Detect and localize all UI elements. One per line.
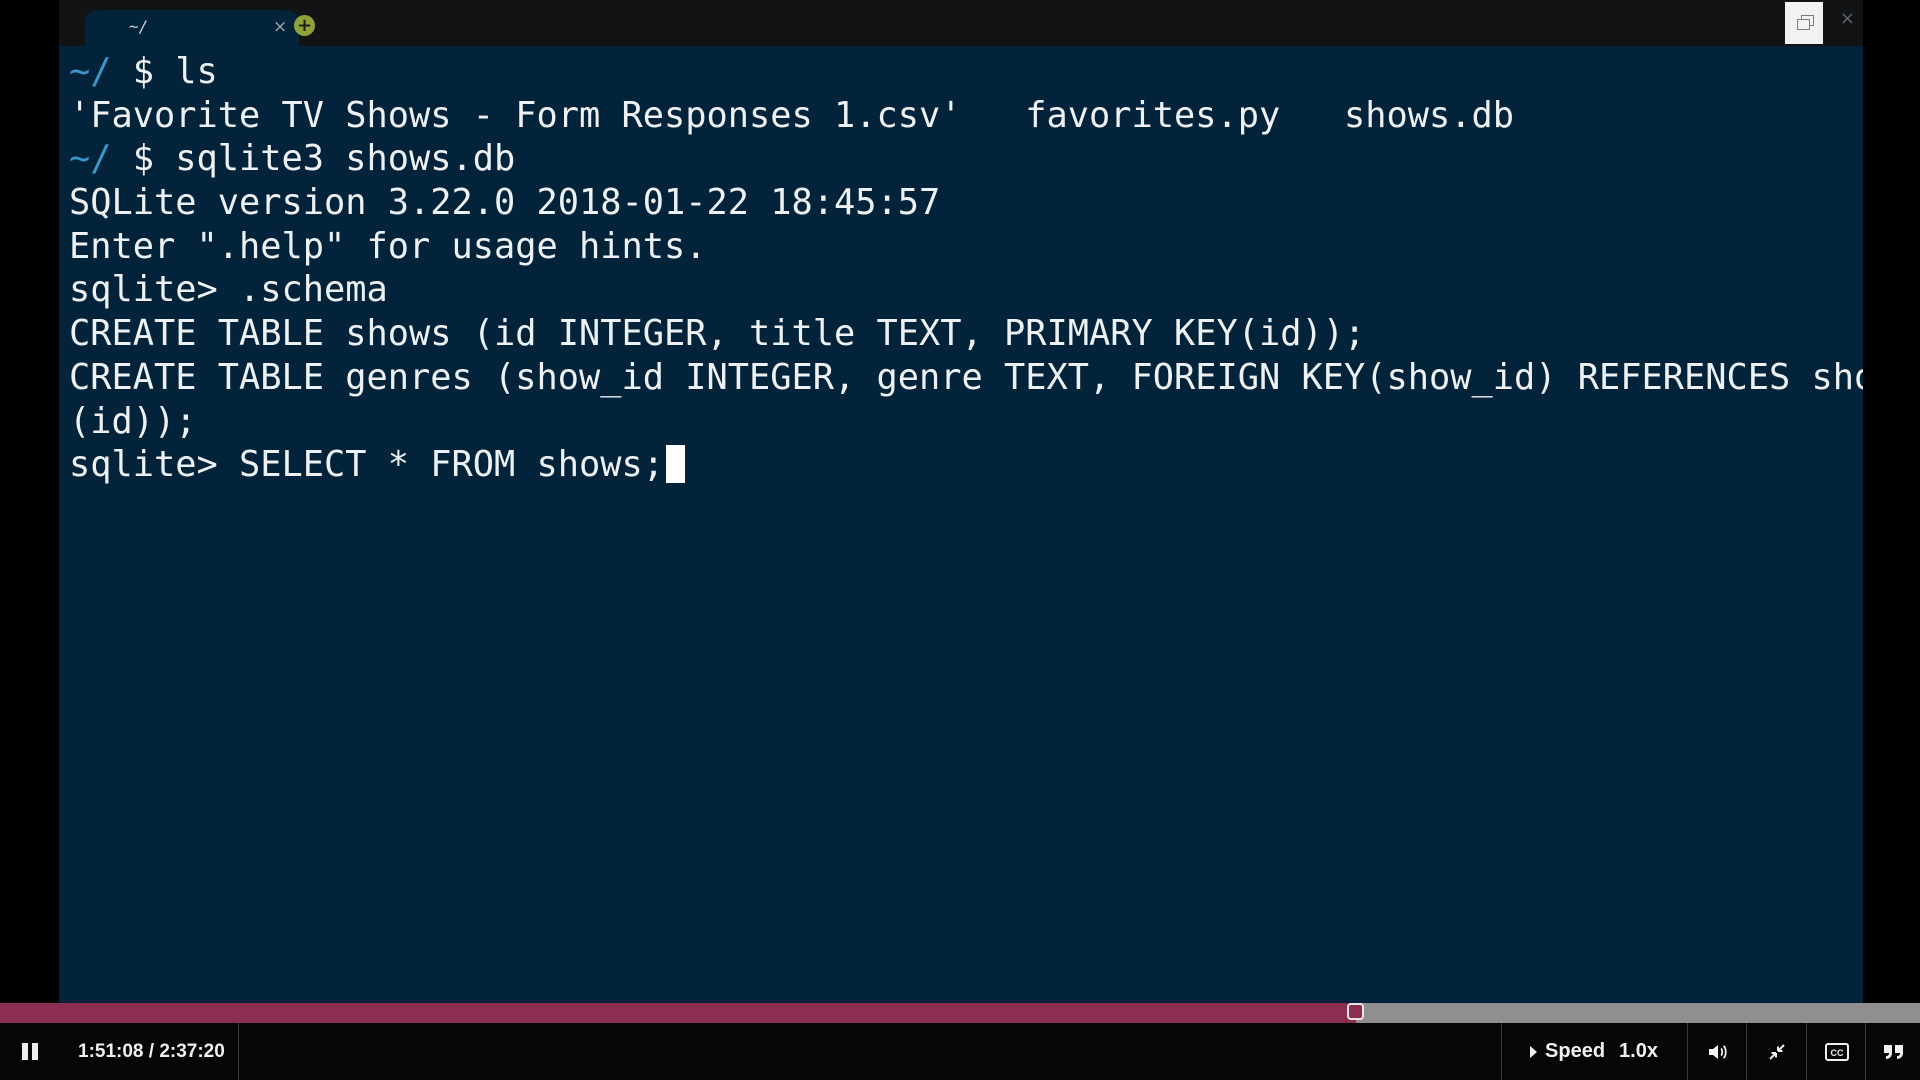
terminal-text: $ sqlite3 shows.db — [111, 138, 516, 180]
speed-value: 1.0x — [1619, 1040, 1658, 1062]
terminal-text: $ ls — [111, 51, 218, 92]
close-window-icon[interactable]: × — [1840, 8, 1855, 29]
terminal-line: sqlite> .schema — [69, 268, 1853, 312]
closed-captions-icon[interactable]: CC — [1808, 1023, 1865, 1080]
terminal-line: CREATE TABLE shows (id INTEGER, title TE… — [69, 312, 1853, 356]
terminal-window: ~/ × + × ~/ $ ls 'Favorite TV Shows - For… — [59, 0, 1863, 1004]
restore-window-icon[interactable] — [1785, 2, 1823, 44]
terminal-text: Enter ".help" for usage hints. — [69, 225, 707, 267]
terminal-line: SQLite version 3.22.0 2018-01-22 18:45:5… — [69, 181, 1853, 225]
terminal-output[interactable]: ~/ $ ls 'Favorite TV Shows - Form Respons… — [69, 50, 1863, 1004]
svg-text:CC: CC — [1830, 1048, 1843, 1058]
seek-bar[interactable] — [0, 1003, 1920, 1023]
time-display: 1:51:08 / 2:37:20 — [78, 1041, 225, 1062]
terminal-text: sqlite> .schema — [69, 269, 388, 311]
terminal-line: (id)); — [69, 400, 1853, 444]
terminal-line: 'Favorite TV Shows - Form Responses 1.cs… — [69, 94, 1853, 138]
terminal-text: CREATE TABLE genres (show_id INTEGER, ge… — [69, 356, 1863, 398]
terminal-line: Enter ".help" for usage hints. — [69, 225, 1853, 269]
terminal-line: ~/ $ ls — [69, 50, 1853, 94]
divider — [1865, 1023, 1866, 1080]
terminal-line: ~/ $ sqlite3 shows.db — [69, 137, 1853, 181]
prompt-path: ~/ — [69, 138, 112, 180]
play-triangle-icon — [1530, 1045, 1538, 1058]
terminal-tab-bar: ~/ × + × — [59, 0, 1863, 46]
transcript-quote-icon[interactable] — [1867, 1023, 1920, 1080]
seek-handle[interactable] — [1347, 1003, 1365, 1020]
tab-title: ~/ — [129, 17, 149, 36]
terminal-text: CREATE TABLE shows (id INTEGER, title TE… — [69, 313, 1366, 355]
prompt-path: ~/ — [69, 51, 112, 92]
terminal-text: 'Favorite TV Shows - Form Responses 1.cs… — [69, 94, 1515, 136]
divider — [238, 1023, 239, 1080]
new-tab-button[interactable]: + — [294, 15, 315, 36]
terminal-text: SQLite version 3.22.0 2018-01-22 18:45:5… — [69, 182, 941, 224]
pause-icon[interactable] — [14, 1023, 46, 1080]
terminal-line: sqlite> SELECT * FROM shows; — [69, 443, 1853, 487]
seek-bar-progress — [0, 1003, 1357, 1023]
volume-icon[interactable] — [1689, 1023, 1746, 1080]
tab-close-icon[interactable]: × — [273, 17, 287, 37]
terminal-text: sqlite> SELECT * FROM shows; — [69, 444, 665, 486]
divider — [1746, 1023, 1747, 1080]
divider — [1806, 1023, 1807, 1080]
speed-label: Speed — [1545, 1040, 1606, 1062]
terminal-tab[interactable]: ~/ × — [85, 10, 299, 46]
speed-button[interactable]: Speed 1.0x — [1502, 1023, 1686, 1080]
text-cursor — [666, 445, 686, 484]
player-controls: 1:51:08 / 2:37:20 Speed 1.0x CC — [0, 1023, 1920, 1080]
divider — [1687, 1023, 1688, 1080]
terminal-line: CREATE TABLE genres (show_id INTEGER, ge… — [69, 356, 1863, 400]
exit-fullscreen-icon[interactable] — [1748, 1023, 1805, 1080]
terminal-text: (id)); — [69, 400, 197, 442]
